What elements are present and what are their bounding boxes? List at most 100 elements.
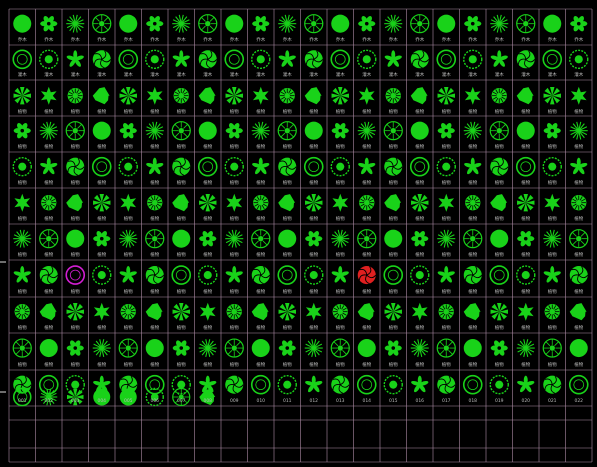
plant-symbol[interactable]: [39, 266, 59, 285]
plant-symbol[interactable]: [490, 339, 508, 356]
plant-symbol[interactable]: [385, 88, 401, 104]
plant-symbol[interactable]: [279, 88, 295, 104]
plant-symbol[interactable]: [13, 266, 31, 283]
plant-symbol[interactable]: [464, 86, 481, 105]
plant-symbol[interactable]: [543, 266, 561, 283]
plant-symbol[interactable]: [13, 122, 31, 139]
plant-symbol[interactable]: [490, 50, 508, 67]
plant-symbol[interactable]: [463, 121, 482, 140]
plant-symbol[interactable]: [119, 122, 137, 139]
plant-symbol[interactable]: [66, 229, 85, 248]
plant-symbol[interactable]: [145, 49, 165, 70]
plant-symbol[interactable]: [332, 304, 348, 320]
plant-symbol[interactable]: [438, 304, 454, 320]
plant-symbol[interactable]: [542, 338, 562, 358]
plant-symbol[interactable]: [437, 375, 456, 394]
plant-symbol[interactable]: [225, 14, 244, 33]
plant-symbol[interactable]: [93, 230, 111, 247]
plant-symbol[interactable]: [66, 157, 85, 176]
plant-symbol[interactable]: [331, 14, 350, 33]
plant-symbol[interactable]: [120, 304, 136, 320]
plant-symbol[interactable]: [330, 49, 351, 70]
plant-symbol[interactable]: [304, 265, 324, 285]
plant-symbol[interactable]: [489, 265, 510, 285]
plant-symbol[interactable]: [357, 303, 375, 321]
plant-symbol[interactable]: [517, 302, 534, 321]
plant-symbol[interactable]: [437, 229, 456, 248]
plant-symbol[interactable]: [40, 15, 58, 32]
plant-symbol[interactable]: [437, 14, 456, 33]
plant-symbol[interactable]: [516, 87, 534, 105]
plant-symbol[interactable]: [438, 193, 455, 212]
plant-symbol[interactable]: [224, 338, 244, 358]
plant-symbol[interactable]: [145, 339, 164, 358]
plant-symbol[interactable]: [437, 266, 455, 283]
plant-symbol[interactable]: [543, 229, 562, 248]
plant-symbol[interactable]: [278, 50, 296, 67]
plant-symbol[interactable]: [543, 375, 562, 394]
plant-symbol[interactable]: [119, 229, 138, 248]
plant-symbol[interactable]: [251, 303, 269, 321]
plant-symbol[interactable]: [491, 88, 507, 104]
plant-symbol[interactable]: [278, 194, 296, 212]
plant-symbol[interactable]: [39, 121, 58, 140]
plant-symbol[interactable]: [383, 121, 403, 141]
plant-symbol[interactable]: [490, 229, 509, 248]
plant-symbol[interactable]: [570, 157, 588, 175]
plant-symbol[interactable]: [411, 230, 429, 247]
plant-symbol[interactable]: [224, 49, 245, 70]
plant-symbol[interactable]: [330, 338, 350, 358]
plant-symbol[interactable]: [304, 14, 324, 34]
plant-symbol[interactable]: [516, 339, 535, 357]
plant-symbol[interactable]: [463, 339, 482, 358]
plant-symbol[interactable]: [197, 156, 218, 177]
plant-symbol[interactable]: [516, 265, 536, 285]
plant-symbol[interactable]: [463, 303, 481, 321]
plant-symbol[interactable]: [436, 338, 456, 358]
plant-symbol[interactable]: [305, 375, 323, 393]
plant-symbol[interactable]: [171, 265, 192, 285]
plant-symbol[interactable]: [172, 50, 190, 67]
plant-symbol[interactable]: [38, 374, 59, 395]
plant-symbol[interactable]: [384, 339, 402, 356]
plant-symbol[interactable]: [12, 49, 33, 70]
plant-symbol[interactable]: [92, 339, 111, 357]
plant-symbol[interactable]: [13, 14, 32, 33]
plant-symbol[interactable]: [119, 86, 137, 105]
plant-symbol[interactable]: [118, 338, 138, 358]
plant-symbol[interactable]: [489, 121, 509, 141]
plant-symbol[interactable]: [14, 304, 30, 320]
plant-symbol[interactable]: [410, 121, 429, 140]
plant-symbol[interactable]: [436, 49, 457, 70]
plant-symbol[interactable]: [331, 86, 349, 105]
plant-symbol[interactable]: [118, 49, 139, 70]
plant-symbol[interactable]: [517, 230, 535, 247]
plant-symbol[interactable]: [462, 374, 483, 395]
plant-symbol[interactable]: [146, 157, 164, 175]
plant-symbol[interactable]: [303, 156, 324, 177]
plant-symbol[interactable]: [490, 302, 508, 321]
plant-symbol[interactable]: [66, 50, 84, 67]
plant-symbol[interactable]: [304, 339, 323, 357]
plant-symbol[interactable]: [384, 229, 403, 248]
plant-symbol[interactable]: [12, 338, 32, 358]
plant-symbol[interactable]: [39, 229, 59, 249]
plant-symbol[interactable]: [331, 375, 350, 394]
plant-symbol[interactable]: [569, 49, 589, 70]
plant-symbol[interactable]: [410, 50, 430, 69]
plant-symbol[interactable]: [199, 230, 217, 247]
plant-symbol[interactable]: [410, 87, 428, 105]
plant-symbol[interactable]: [304, 121, 323, 140]
plant-symbol[interactable]: [544, 304, 560, 320]
plant-symbol[interactable]: [119, 266, 137, 283]
plant-symbol[interactable]: [172, 194, 190, 212]
plant-symbol[interactable]: [359, 195, 375, 211]
plant-symbol[interactable]: [118, 156, 138, 177]
plant-symbol[interactable]: [199, 302, 216, 321]
plant-symbol[interactable]: [225, 375, 244, 394]
plant-symbol[interactable]: [331, 266, 349, 283]
plant-symbol[interactable]: [358, 15, 376, 32]
plant-symbol[interactable]: [277, 374, 297, 395]
plant-symbol[interactable]: [251, 121, 270, 140]
plant-symbol[interactable]: [569, 303, 587, 321]
